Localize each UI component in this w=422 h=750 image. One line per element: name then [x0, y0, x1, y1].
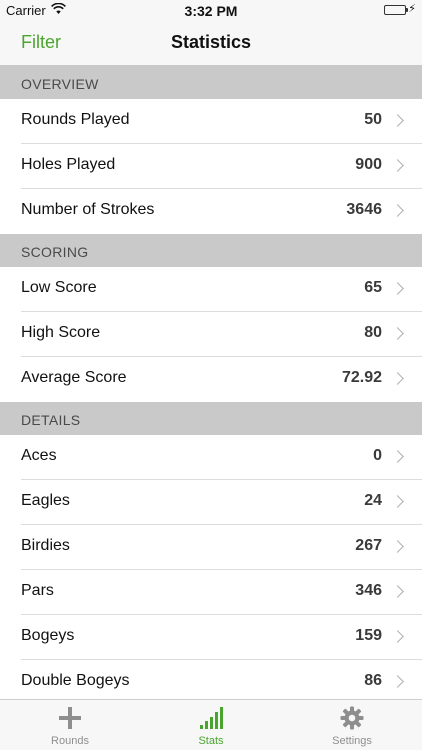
section-header-scoring: SCORING — [0, 234, 422, 267]
stat-row-eagles[interactable]: Eagles 24 — [0, 480, 422, 525]
chevron-right-icon — [391, 450, 404, 463]
chevron-right-icon — [391, 675, 404, 688]
stat-label: Eagles — [21, 492, 70, 509]
chevron-right-icon — [391, 327, 404, 340]
stat-label: Aces — [21, 447, 57, 464]
tab-stats[interactable]: Stats — [141, 700, 281, 750]
stat-row-average-score[interactable]: Average Score 72.92 — [0, 357, 422, 402]
battery-icon — [384, 5, 408, 15]
stat-row-pars[interactable]: Pars 346 — [0, 570, 422, 615]
chevron-right-icon — [391, 282, 404, 295]
stat-label: Holes Played — [21, 156, 116, 173]
stat-row-bogeys[interactable]: Bogeys 159 — [0, 615, 422, 660]
stat-value: 65 — [364, 279, 382, 296]
status-bar: Carrier 3:32 PM ⚡ — [0, 0, 422, 22]
status-time: 3:32 PM — [184, 3, 238, 19]
navigation-bar: Filter Statistics — [0, 22, 422, 66]
bar-chart-icon — [199, 706, 223, 735]
stat-row-rounds-played[interactable]: Rounds Played 50 — [0, 99, 422, 144]
stat-value: 50 — [364, 111, 382, 128]
chevron-right-icon — [391, 372, 404, 385]
tab-rounds[interactable]: Rounds — [0, 700, 140, 750]
stat-value: 80 — [364, 324, 382, 341]
stat-row-double-bogeys[interactable]: Double Bogeys 86 — [0, 660, 422, 699]
stat-row-number-of-strokes[interactable]: Number of Strokes 3646 — [0, 189, 422, 234]
plus-icon — [58, 706, 82, 735]
chevron-right-icon — [391, 630, 404, 643]
gear-icon — [340, 706, 364, 735]
stat-label: High Score — [21, 324, 101, 341]
chevron-right-icon — [391, 114, 404, 127]
tab-settings[interactable]: Settings — [282, 700, 422, 750]
page-title: Statistics — [170, 32, 252, 52]
stat-value: 900 — [355, 156, 382, 173]
chevron-right-icon — [391, 204, 404, 217]
chevron-right-icon — [391, 159, 404, 172]
stat-label: Double Bogeys — [21, 672, 130, 689]
stat-row-aces[interactable]: Aces 0 — [0, 435, 422, 480]
statistics-list[interactable]: OVERVIEW Rounds Played 50 Holes Played 9… — [0, 66, 422, 699]
tab-label: Settings — [332, 735, 372, 747]
section-header-overview: OVERVIEW — [0, 66, 422, 99]
chevron-right-icon — [391, 585, 404, 598]
stat-value: 346 — [355, 582, 382, 599]
section-header-details: DETAILS — [0, 402, 422, 435]
stat-label: Pars — [21, 582, 54, 599]
stat-label: Rounds Played — [21, 111, 130, 128]
stat-row-birdies[interactable]: Birdies 267 — [0, 525, 422, 570]
stat-value: 267 — [355, 537, 382, 554]
stat-value: 159 — [355, 627, 382, 644]
stat-label: Birdies — [21, 537, 70, 554]
chevron-right-icon — [391, 540, 404, 553]
stat-label: Bogeys — [21, 627, 75, 644]
stat-value: 24 — [364, 492, 382, 509]
stat-row-high-score[interactable]: High Score 80 — [0, 312, 422, 357]
stat-row-low-score[interactable]: Low Score 65 — [0, 267, 422, 312]
stat-row-holes-played[interactable]: Holes Played 900 — [0, 144, 422, 189]
stat-value: 86 — [364, 672, 382, 689]
tab-label: Rounds — [51, 735, 89, 747]
tab-label: Stats — [198, 735, 224, 747]
stat-label: Number of Strokes — [21, 201, 155, 218]
stat-value: 72.92 — [341, 369, 382, 386]
tab-bar: Rounds Stats Settings — [0, 699, 422, 750]
stat-label: Average Score — [21, 369, 127, 386]
stat-value: 0 — [373, 447, 382, 464]
stat-value: 3646 — [346, 201, 382, 218]
charging-icon: ⚡ — [408, 3, 416, 15]
stat-label: Low Score — [21, 279, 97, 296]
chevron-right-icon — [391, 495, 404, 508]
